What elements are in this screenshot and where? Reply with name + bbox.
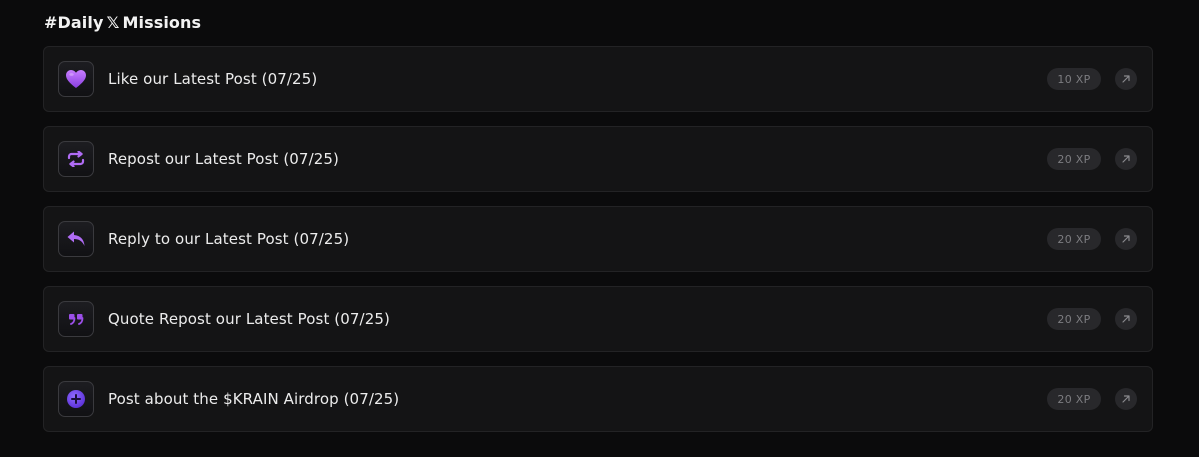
mission-label: Like our Latest Post (07/25)	[108, 70, 318, 88]
daily-missions-panel: #Daily 𝕏 Missions Like our Latest Post (…	[0, 0, 1199, 457]
mission-icon-box	[58, 301, 94, 337]
arrow-up-right-icon	[1122, 155, 1130, 163]
mission-icon-box	[58, 381, 94, 417]
arrow-up-right-icon	[1122, 235, 1130, 243]
mission-card-like[interactable]: Like our Latest Post (07/25) 10 XP	[43, 46, 1153, 112]
arrow-up-right-icon	[1122, 395, 1130, 403]
open-link-button[interactable]	[1115, 148, 1137, 170]
mission-list: Like our Latest Post (07/25) 10 XP Repos…	[43, 46, 1153, 446]
mission-icon-box	[58, 221, 94, 257]
quote-icon	[69, 314, 84, 325]
x-logo-icon: 𝕏	[106, 12, 120, 32]
arrow-up-right-icon	[1122, 315, 1130, 323]
mission-label: Post about the $KRAIN Airdrop (07/25)	[108, 390, 400, 408]
repost-icon	[67, 151, 85, 167]
open-link-button[interactable]	[1115, 68, 1137, 90]
xp-badge: 20 XP	[1047, 228, 1101, 250]
section-title-prefix: #Daily	[44, 12, 104, 32]
open-link-button[interactable]	[1115, 228, 1137, 250]
section-title: #Daily 𝕏 Missions	[44, 9, 201, 35]
mission-label: Quote Repost our Latest Post (07/25)	[108, 310, 390, 328]
section-title-suffix: Missions	[122, 12, 202, 32]
xp-badge: 20 XP	[1047, 308, 1101, 330]
mission-icon-box	[58, 141, 94, 177]
mission-card-post-airdrop[interactable]: Post about the $KRAIN Airdrop (07/25) 20…	[43, 366, 1153, 432]
mission-icon-box	[58, 61, 94, 97]
mission-card-repost[interactable]: Repost our Latest Post (07/25) 20 XP	[43, 126, 1153, 192]
mission-label: Reply to our Latest Post (07/25)	[108, 230, 350, 248]
arrow-up-right-icon	[1122, 75, 1130, 83]
reply-icon	[67, 231, 85, 246]
xp-badge: 20 XP	[1047, 148, 1101, 170]
mission-label: Repost our Latest Post (07/25)	[108, 150, 339, 168]
open-link-button[interactable]	[1115, 388, 1137, 410]
plus-circle-icon	[67, 390, 85, 408]
mission-card-reply[interactable]: Reply to our Latest Post (07/25) 20 XP	[43, 206, 1153, 272]
xp-badge: 20 XP	[1047, 388, 1101, 410]
xp-badge: 10 XP	[1047, 68, 1101, 90]
mission-card-quote[interactable]: Quote Repost our Latest Post (07/25) 20 …	[43, 286, 1153, 352]
open-link-button[interactable]	[1115, 308, 1137, 330]
purple-heart-icon	[66, 70, 86, 88]
